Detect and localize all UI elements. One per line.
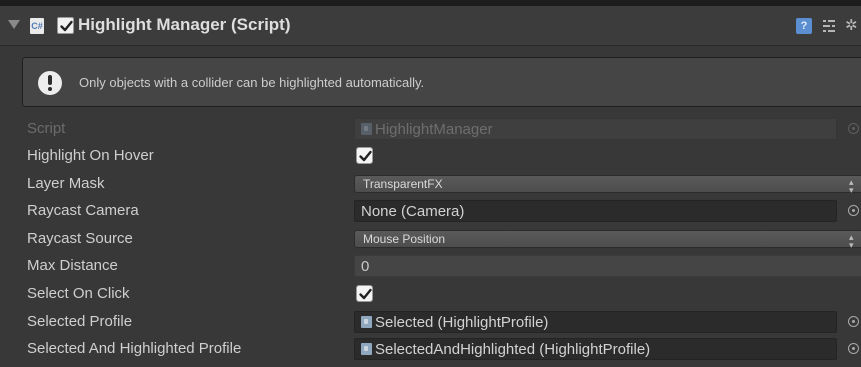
checkmark-icon (60, 20, 73, 32)
field-label-layer-mask: Layer Mask (27, 175, 105, 192)
info-helpbox: Only objects with a collider can be high… (22, 57, 861, 107)
layer-mask-dropdown[interactable]: TransparentFX ▴ ▾ (354, 175, 861, 195)
field-row-raycast-source: Raycast Source Mouse Position ▴ ▾ (0, 226, 861, 253)
object-picker-icon[interactable] (848, 205, 859, 216)
script-object-field: HighlightManager (354, 118, 837, 140)
gear-icon[interactable]: ✲ (845, 17, 861, 35)
field-row-selected-and-highlighted-profile: Selected And Highlighted Profile Selecte… (0, 336, 861, 363)
field-row-select-on-click: Select On Click (0, 281, 861, 308)
foldout-arrow-icon[interactable] (8, 20, 20, 29)
component-header[interactable]: C# Highlight Manager (Script) ? ✲ (0, 6, 861, 46)
script-asset-icon (361, 123, 372, 135)
profile-asset-icon (361, 316, 372, 328)
checkmark-icon (359, 150, 372, 162)
selected-profile-value: Selected (HighlightProfile) (375, 314, 549, 331)
helpbox-message: Only objects with a collider can be high… (79, 75, 425, 90)
dropdown-arrows-icon: ▴ ▾ (849, 232, 854, 250)
raycast-camera-object-field[interactable]: None (Camera) (354, 200, 837, 222)
field-label-raycast-camera: Raycast Camera (27, 202, 139, 219)
object-picker-icon[interactable] (848, 316, 859, 327)
raycast-source-value: Mouse Position (363, 232, 446, 246)
object-picker-icon[interactable] (848, 343, 859, 354)
field-label-select-on-click: Select On Click (27, 285, 130, 302)
field-row-layer-mask: Layer Mask TransparentFX ▴ ▾ (0, 171, 861, 198)
script-value: HighlightManager (375, 121, 493, 138)
selected-and-highlighted-profile-value: SelectedAndHighlighted (HighlightProfile… (375, 341, 651, 358)
raycast-source-dropdown[interactable]: Mouse Position ▴ ▾ (354, 230, 861, 250)
selected-profile-object-field[interactable]: Selected (HighlightProfile) (354, 311, 837, 333)
highlight-on-hover-checkbox[interactable] (356, 147, 373, 164)
field-label-selected-and-highlighted-profile: Selected And Highlighted Profile (27, 340, 242, 357)
object-picker-icon (848, 123, 859, 134)
profile-asset-icon (361, 343, 372, 355)
field-row-raycast-camera: Raycast Camera None (Camera) (0, 198, 861, 225)
field-row-selected-profile: Selected Profile Selected (HighlightProf… (0, 309, 861, 336)
component-title: Highlight Manager (Script) (78, 15, 291, 34)
help-book-icon[interactable]: ? (796, 18, 812, 34)
presets-icon[interactable] (822, 18, 836, 34)
selected-and-highlighted-profile-object-field[interactable]: SelectedAndHighlighted (HighlightProfile… (354, 338, 837, 360)
select-on-click-checkbox[interactable] (356, 285, 373, 302)
max-distance-value: 0 (361, 258, 370, 275)
field-label-max-distance: Max Distance (27, 257, 118, 274)
checkmark-icon (359, 288, 372, 300)
csharp-script-icon: C# (30, 18, 44, 34)
field-label-raycast-source: Raycast Source (27, 230, 133, 247)
raycast-camera-value: None (Camera) (361, 203, 465, 220)
field-label-script: Script (27, 120, 66, 137)
field-label-highlight-on-hover: Highlight On Hover (27, 147, 154, 164)
field-row-max-distance: Max Distance 0 (0, 253, 861, 280)
component-enabled-checkbox[interactable] (57, 17, 74, 34)
field-row-script: Script HighlightManager (0, 116, 861, 143)
layer-mask-value: TransparentFX (363, 177, 443, 191)
exclamation-info-icon (38, 71, 62, 95)
field-row-highlight-on-hover: Highlight On Hover (0, 143, 861, 170)
max-distance-input[interactable]: 0 (354, 255, 861, 277)
dropdown-arrows-icon: ▴ ▾ (849, 177, 854, 195)
field-label-selected-profile: Selected Profile (27, 313, 133, 330)
